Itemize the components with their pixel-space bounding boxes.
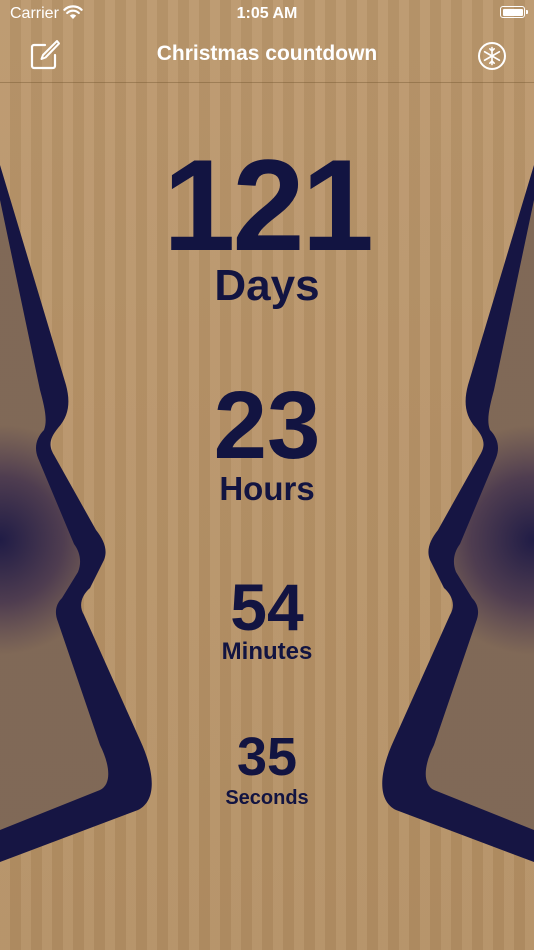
minutes-label: Minutes bbox=[221, 638, 313, 665]
seconds-value: 35 bbox=[236, 727, 298, 787]
seconds-label: Seconds bbox=[225, 787, 309, 809]
status-time: 1:05 AM bbox=[236, 5, 298, 22]
status-bar: Carrier 1:05 AM bbox=[0, 0, 534, 28]
page-title: Christmas countdown bbox=[156, 42, 378, 65]
snowflake-icon bbox=[478, 42, 506, 70]
snowflake-button[interactable] bbox=[476, 40, 508, 72]
hours-value: 23 bbox=[213, 372, 321, 479]
battery-icon bbox=[500, 6, 528, 18]
days-value: 121 bbox=[163, 132, 374, 278]
navigation-bar: Christmas countdown bbox=[0, 28, 534, 83]
hours-label: Hours bbox=[219, 470, 315, 507]
minutes-value: 54 bbox=[230, 570, 304, 644]
days-label: Days bbox=[214, 261, 320, 310]
